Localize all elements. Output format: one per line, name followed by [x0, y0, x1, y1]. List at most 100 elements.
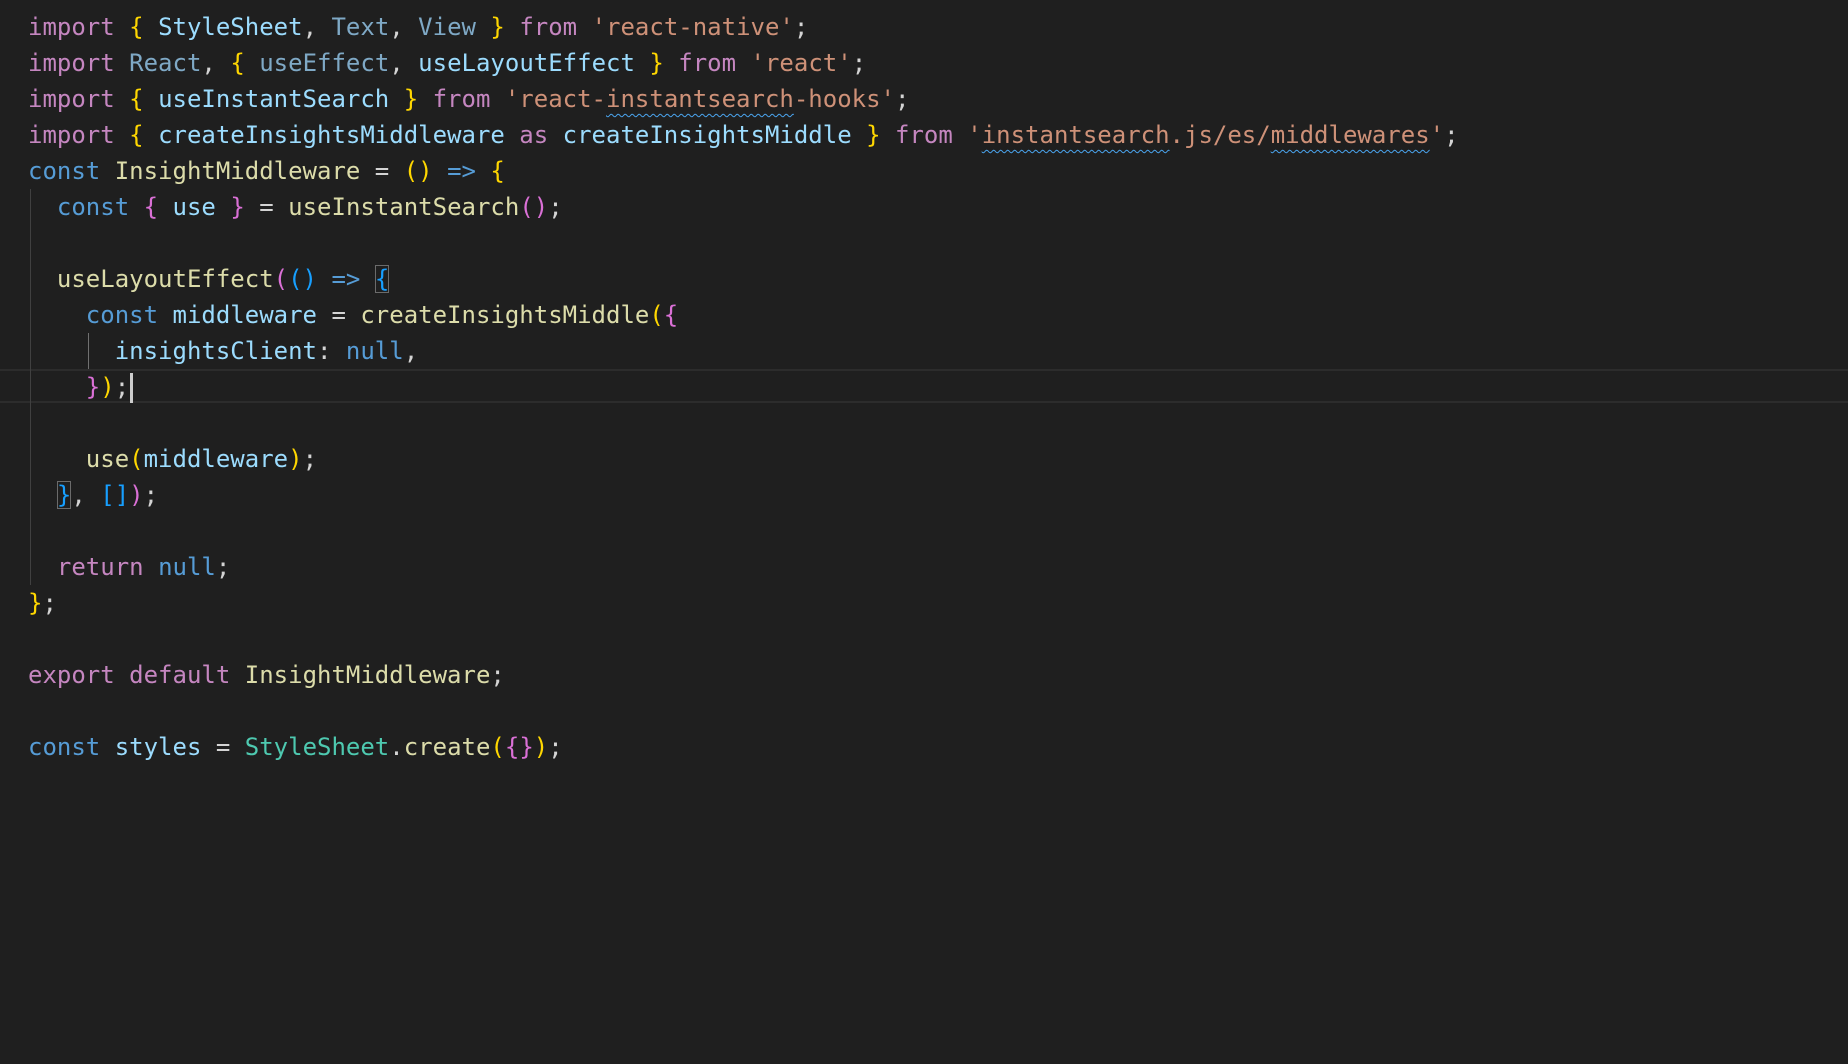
code-token: = — [317, 301, 361, 329]
code-token: instantsearch — [981, 121, 1170, 149]
code-token: ; — [793, 13, 809, 41]
code-token: ; — [143, 481, 159, 509]
code-token: => — [331, 265, 361, 293]
code-token: useEffect — [259, 49, 390, 77]
code-token: useInstantSearch — [158, 85, 390, 113]
code-token: ( — [129, 445, 144, 473]
code-token: } — [649, 49, 664, 77]
code-editor[interactable]: import { StyleSheet, Text, View } from '… — [0, 0, 1848, 1064]
code-token: export — [28, 661, 115, 689]
code-token: ' — [967, 121, 982, 149]
code-token: null — [158, 553, 216, 581]
code-token: from — [519, 13, 578, 41]
code-token: { — [230, 49, 245, 77]
code-token: {} — [504, 733, 534, 761]
code-token: () — [403, 157, 433, 185]
code-token: import — [28, 85, 115, 113]
code-token: = — [360, 157, 404, 185]
code-token: middleware — [172, 301, 318, 329]
code-token: : — [317, 337, 346, 365]
code-token: View — [418, 13, 476, 41]
code-token: ) — [129, 481, 144, 509]
code-token: { — [663, 301, 679, 329]
code-line[interactable]: import React, { useEffect, useLayoutEffe… — [28, 45, 866, 81]
code-token: ; — [1444, 121, 1459, 149]
code-token: 'react' — [750, 49, 852, 77]
code-token: middleware — [143, 445, 289, 473]
code-line[interactable]: }); — [28, 369, 134, 405]
code-token: } — [85, 373, 101, 401]
code-token: ) — [288, 445, 303, 473]
code-line[interactable]: const InsightMiddleware = () => { — [28, 153, 505, 189]
code-token: createInsightsMiddleware — [158, 121, 505, 149]
code-line[interactable]: insightsClient: null, — [28, 333, 418, 369]
code-token: ( — [490, 733, 505, 761]
code-token: InsightMiddleware — [114, 157, 361, 185]
code-line[interactable]: import { StyleSheet, Text, View } from '… — [28, 9, 808, 45]
code-token: , — [403, 337, 419, 365]
code-line[interactable]: import { createInsightsMiddleware as cre… — [28, 117, 1459, 153]
code-token: const — [85, 301, 159, 329]
code-token: 'react-native' — [591, 13, 794, 41]
code-line[interactable]: }, []); — [28, 477, 158, 513]
code-token: ( — [649, 301, 664, 329]
code-token: useLayoutEffect — [56, 265, 274, 293]
code-token: { — [374, 265, 390, 293]
code-token: ; — [215, 553, 231, 581]
code-token: [] — [100, 481, 130, 509]
code-token: } — [403, 85, 419, 113]
code-token: import — [28, 13, 115, 41]
code-token: () — [519, 193, 549, 221]
code-token: } — [230, 193, 245, 221]
code-token: . — [389, 733, 404, 761]
code-token: styles — [114, 733, 202, 761]
text-cursor — [130, 373, 134, 403]
code-token: instantsearch — [606, 85, 794, 113]
code-token: useLayoutEffect — [418, 49, 635, 77]
code-token: ( — [273, 265, 289, 293]
code-token: const — [28, 157, 101, 185]
code-token: createInsightsMiddle — [360, 301, 650, 329]
code-line[interactable]: const middleware = createInsightsMiddle(… — [28, 297, 678, 333]
code-token: => — [447, 157, 476, 185]
code-line[interactable]: useLayoutEffect(() => { — [28, 261, 390, 297]
code-token: ; — [42, 589, 57, 617]
code-token: { — [129, 85, 144, 113]
code-line[interactable]: return null; — [28, 549, 230, 585]
code-token: , — [389, 13, 419, 41]
code-line[interactable]: const { use } = useInstantSearch(); — [28, 189, 563, 225]
code-token: null — [345, 337, 404, 365]
code-token: use — [85, 445, 130, 473]
code-line[interactable]: }; — [28, 585, 57, 621]
code-token: const — [56, 193, 130, 221]
code-token: import — [28, 121, 115, 149]
code-token: as — [519, 121, 549, 149]
code-line[interactable]: export default InsightMiddleware; — [28, 657, 505, 693]
code-token: () — [288, 265, 318, 293]
code-line[interactable]: import { useInstantSearch } from 'react-… — [28, 81, 909, 117]
code-line[interactable]: const styles = StyleSheet.create({}); — [28, 729, 563, 765]
code-token: , — [302, 13, 332, 41]
code-token: create — [403, 733, 491, 761]
code-token: ; — [895, 85, 910, 113]
code-line[interactable]: use(middleware); — [28, 441, 317, 477]
code-token: ; — [548, 733, 563, 761]
